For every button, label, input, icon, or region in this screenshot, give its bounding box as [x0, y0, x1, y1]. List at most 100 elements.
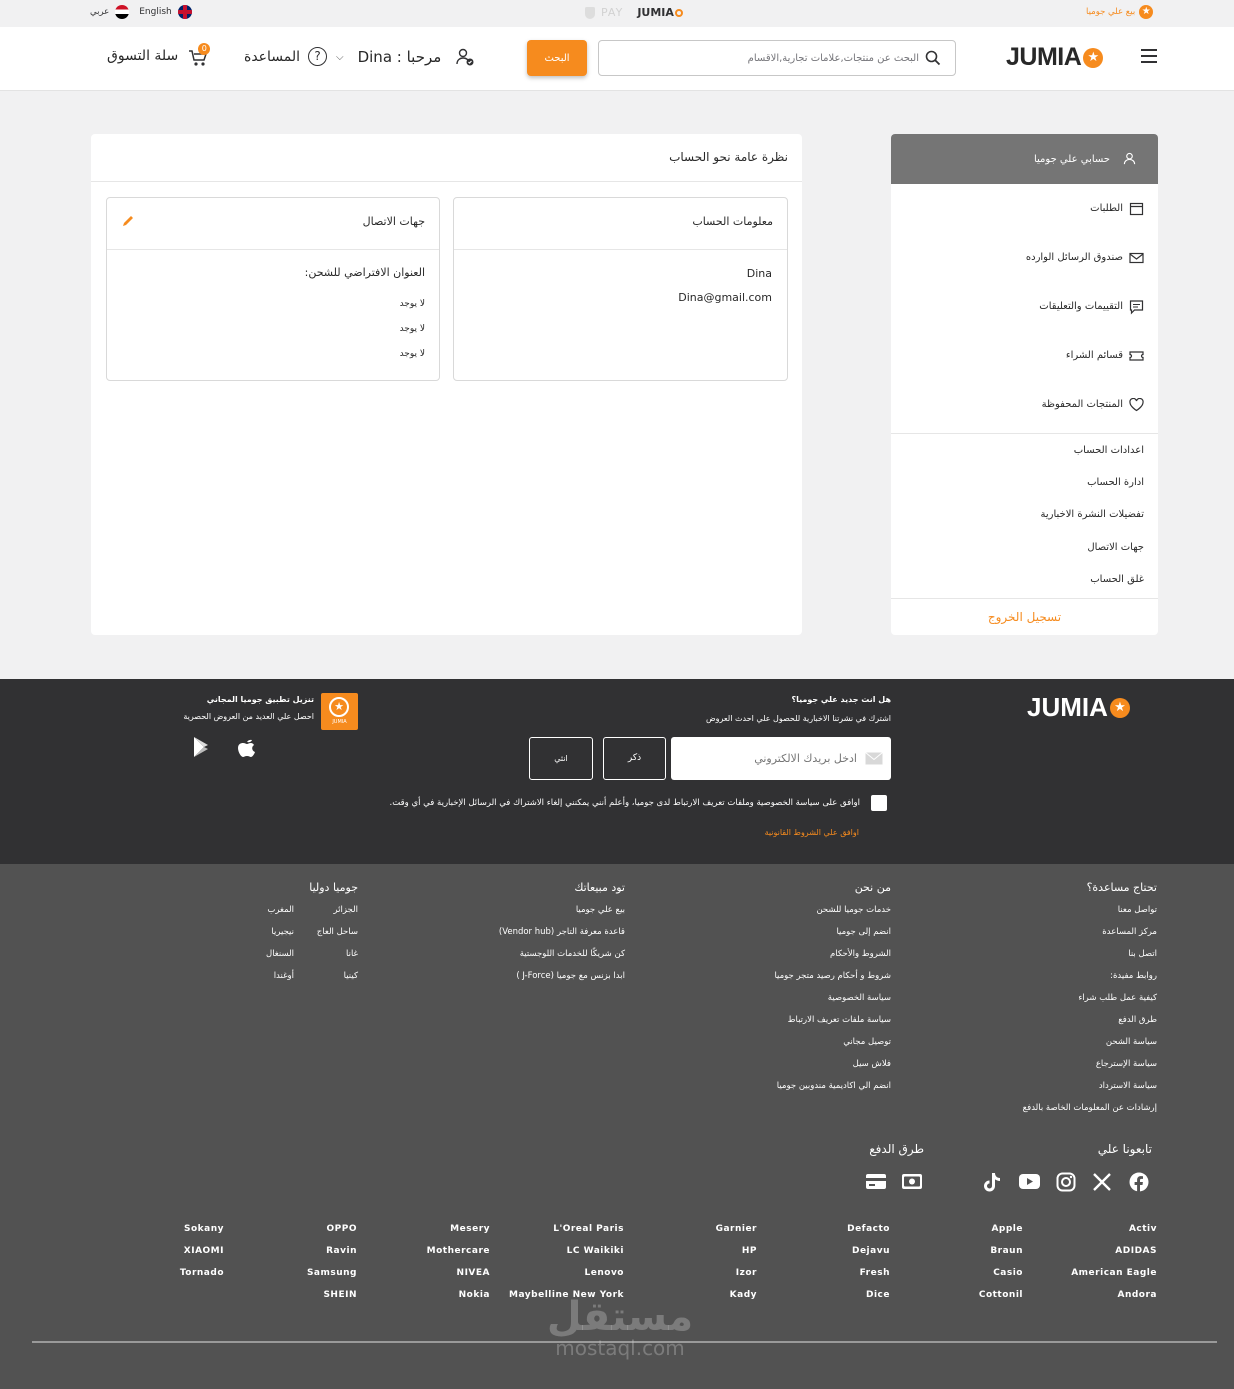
lang-english[interactable]: English [139, 7, 172, 17]
brand-link[interactable]: Dejavu [852, 1246, 890, 1256]
brand-link[interactable]: Cottonil [979, 1290, 1023, 1300]
cart-button[interactable]: سلة التسوق 0 [107, 43, 211, 67]
apple-icon[interactable] [237, 736, 257, 758]
google-play-icon[interactable] [192, 736, 212, 758]
brand-link[interactable]: Kady [730, 1290, 757, 1300]
brand-link[interactable]: Braun [990, 1246, 1023, 1256]
country-link[interactable]: السنغال [266, 949, 294, 959]
country-link[interactable]: كينيا [344, 971, 358, 981]
lang-arabic[interactable]: عربي [90, 7, 109, 17]
brand-link[interactable]: Samsung [307, 1268, 357, 1278]
search-box [598, 40, 956, 76]
sidebar-header[interactable]: حسابي علي جوميا [891, 134, 1158, 184]
footer-link[interactable]: انضم الي اكاديمية مندوبين جوميا [777, 1081, 891, 1091]
footer-link[interactable]: سياسة الخصوصية [828, 993, 891, 1003]
sidebar-item-close-account[interactable]: غلق الحساب [891, 563, 1158, 595]
footer-link[interactable]: انضم إلى جوميا [836, 927, 891, 937]
footer-link[interactable]: روابط مفيدة: [1110, 971, 1157, 981]
footer-link[interactable]: تواصل معنا [1118, 905, 1157, 915]
consent-checkbox[interactable] [871, 795, 887, 811]
sidebar-item-saved[interactable]: المنتجات المحفوظة [891, 380, 1158, 429]
footer-link[interactable]: بيع علي جوميا [576, 905, 625, 915]
brand-link[interactable]: HP [742, 1246, 757, 1256]
instagram-icon[interactable] [1056, 1172, 1076, 1192]
x-icon[interactable] [1093, 1173, 1111, 1191]
help-menu[interactable]: المساعدة ? [244, 47, 328, 66]
logout-button[interactable]: تسجيل الخروج [891, 599, 1158, 635]
footer-link[interactable]: سياسة الاسترداد [1099, 1081, 1157, 1091]
brand-link[interactable]: Fresh [860, 1268, 890, 1278]
brand-link[interactable]: Defacto [847, 1224, 890, 1234]
menu-icon[interactable] [1141, 49, 1157, 63]
footer-link[interactable]: الشروط والأحكام [830, 949, 891, 959]
country-link[interactable]: الجزائر [333, 905, 358, 915]
sidebar-item-vouchers[interactable]: قسائم الشراء [891, 331, 1158, 380]
brand-link[interactable]: Tornado [180, 1268, 224, 1278]
footer-link[interactable]: سياسة ملفات تعريف الارتباط [788, 1015, 891, 1025]
brand-link[interactable]: Casio [993, 1268, 1023, 1278]
brand-link[interactable]: Apple [991, 1224, 1023, 1234]
footer-link[interactable]: شروط و أحكام رصيد متجر جوميا [774, 971, 891, 981]
footer-link[interactable]: كن شريكًا للخدمات اللوجستية [520, 949, 625, 959]
brand-link[interactable]: Lenovo [585, 1268, 624, 1278]
sidebar-item-newsletter-prefs[interactable]: تفضيلات النشرة الاخبارية [891, 498, 1158, 530]
footer-link[interactable]: فلاش سيل [853, 1059, 891, 1069]
brand-link[interactable]: Mothercare [427, 1246, 490, 1256]
brand-link[interactable]: SHEIN [323, 1290, 357, 1300]
edit-pencil-icon[interactable] [121, 214, 135, 228]
brand-link[interactable]: Dice [866, 1290, 890, 1300]
brand-link[interactable]: Mesery [450, 1224, 490, 1234]
account-menu[interactable]: ⌵ مرحبا : Dina [336, 47, 475, 67]
brand-link[interactable]: Sokany [184, 1224, 224, 1234]
footer-link[interactable]: طرق الدفع [1118, 1015, 1157, 1025]
brand-link[interactable]: Activ [1129, 1224, 1157, 1234]
country-link[interactable]: غانا [346, 949, 358, 959]
jumia-logo[interactable]: JUMIA ★ [1006, 43, 1104, 72]
sidebar-item-orders[interactable]: الطلبات [891, 184, 1158, 233]
brand-link[interactable]: Garnier [716, 1224, 757, 1234]
brand-link[interactable]: L'Oreal Paris [553, 1224, 624, 1234]
footer-link[interactable]: توصيل مجاني [843, 1037, 891, 1047]
footer-link[interactable]: سياسة الإسترجاع [1096, 1059, 1157, 1069]
female-button[interactable]: انثي [529, 737, 593, 780]
country-link[interactable]: نيجيريا [271, 927, 294, 937]
brand-link[interactable]: Izor [736, 1268, 757, 1278]
jumia-app-badge[interactable]: ★ JUMIA [321, 693, 358, 730]
brand-link[interactable]: Ravin [326, 1246, 357, 1256]
terms-link[interactable]: اوافق علي الشروط القانونية [765, 828, 859, 837]
jumia-pay-logo[interactable]: PAY JUMIA [585, 6, 683, 19]
footer-logo[interactable]: JUMIA ★ [1027, 692, 1130, 723]
brand-link[interactable]: ADIDAS [1115, 1246, 1157, 1256]
tiktok-icon[interactable] [983, 1172, 1001, 1192]
country-link[interactable]: أوغندا [274, 971, 294, 981]
brand-link[interactable]: Nokia [459, 1290, 490, 1300]
brand-link[interactable]: XIAOMI [184, 1246, 224, 1256]
youtube-icon[interactable] [1019, 1174, 1040, 1189]
footer-link[interactable]: ابدا بزنس مع جوميا (J-Force ) [516, 971, 625, 981]
sidebar-item-manage-account[interactable]: ادارة الحساب [891, 466, 1158, 498]
footer-link[interactable]: سياسة الشحن [1106, 1037, 1157, 1047]
email-input[interactable] [687, 749, 857, 767]
facebook-icon[interactable] [1129, 1172, 1149, 1192]
male-button[interactable]: ذكر [603, 737, 666, 780]
footer-link[interactable]: إرشادات عن المعلومات الخاصة بالدفع [1023, 1103, 1157, 1113]
sell-on-jumia-link[interactable]: ★ بيع علي جوميا [1086, 5, 1154, 19]
sidebar-item-label: قسائم الشراء [1065, 350, 1123, 361]
footer-link[interactable]: مركز المساعدة [1102, 927, 1157, 937]
brand-link[interactable]: OPPO [327, 1224, 358, 1234]
footer-link[interactable]: اتصل بنا [1128, 949, 1157, 959]
brand-link[interactable]: LC Waikiki [567, 1246, 624, 1256]
search-input[interactable] [619, 49, 919, 67]
brand-link[interactable]: Andora [1117, 1290, 1157, 1300]
search-button[interactable]: البحث [527, 40, 587, 76]
footer-link[interactable]: كيفية عمل طلب شراء [1078, 993, 1157, 1003]
footer-link[interactable]: قاعدة معرفة التاجر (Vendor hub) [499, 927, 625, 937]
brand-link[interactable]: NIVEA [457, 1268, 490, 1278]
brand-link[interactable]: American Eagle [1071, 1268, 1157, 1278]
country-link[interactable]: المغرب [267, 905, 294, 915]
sidebar-item-reviews[interactable]: التقييمات والتعليقات [891, 282, 1158, 331]
country-link[interactable]: ساحل العاج [317, 927, 358, 937]
sidebar-item-inbox[interactable]: صندوق الرسائل الوارده [891, 233, 1158, 282]
sidebar-item-contacts[interactable]: جهات الاتصال [891, 531, 1158, 563]
footer-link[interactable]: خدمات جوميا للشحن [816, 905, 891, 915]
